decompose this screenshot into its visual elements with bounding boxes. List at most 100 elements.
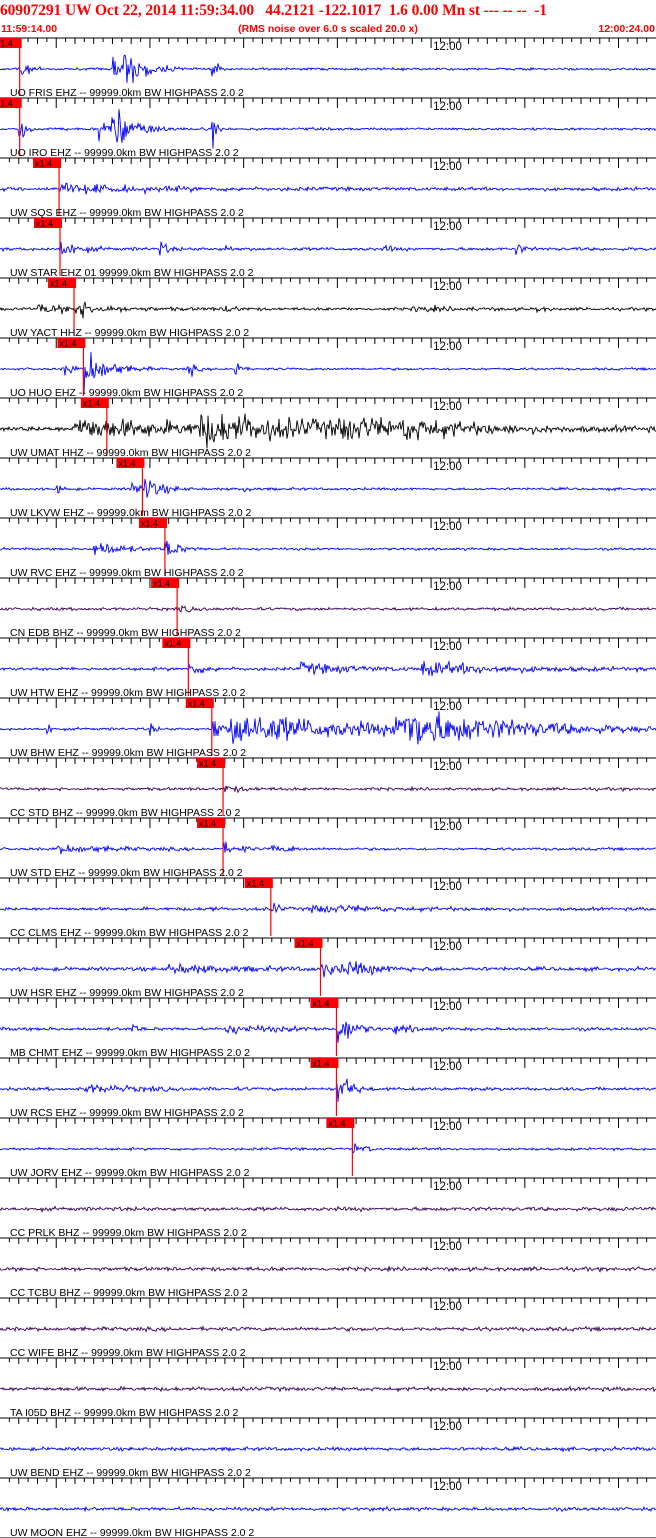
seismic-trace: 12:00 CC TCBU BHZ -- 99999.0km BW HIGHPAS…	[0, 1237, 656, 1299]
trace-label: UO FRIS EHZ -- 99999.0km BW HIGHPASS 2.0…	[10, 87, 244, 99]
time-mark-label: 12:00	[433, 1181, 462, 1193]
time-mark-label: 12:00	[433, 641, 462, 653]
waveform-line	[0, 182, 656, 196]
pick-flag-label: x1.4	[328, 1119, 345, 1129]
time-mark-label: 12:00	[433, 341, 462, 353]
seismic-trace: 12:00 x1.4 UO FRIS EHZ -- 99999.0km BW HIG…	[0, 37, 656, 99]
time-mark-label: 12:00	[433, 821, 462, 833]
seismic-trace: 12:00 x1.4 CC CLMS EHZ -- 99999.0km BW HIG…	[0, 877, 656, 939]
time-mark-label: 12:00	[433, 221, 462, 233]
time-mark-label: 12:00	[433, 581, 462, 593]
trace-label: CC STD BHZ -- 99999.0km BW HIGHPASS 2.0 …	[10, 807, 240, 819]
time-mark-label: 12:00	[433, 161, 462, 173]
pick-flag-label: x1.4	[118, 459, 135, 469]
time-mark-label: 12:00	[433, 701, 462, 713]
seismic-trace: 12:00 x1.4 UW STAR EHZ 01 99999.0km BW HIG…	[0, 217, 656, 279]
pick-flag-label: x1.4	[199, 819, 216, 829]
waveform-line	[0, 711, 656, 745]
waveform-line	[0, 109, 656, 149]
waveform-line	[0, 1143, 656, 1154]
seismic-trace: 12:00 x1.4 UW LKVW EHZ -- 99999.0km BW HIG…	[0, 457, 656, 519]
waveform-line	[0, 960, 656, 978]
waveform-line	[0, 413, 656, 449]
seismic-trace: 12:00 TA I05D BHZ -- 99999.0km BW HIGHPAS…	[0, 1357, 656, 1419]
seismic-trace: 12:00 x1.4 UW SQS EHZ -- 99999.0km BW HIGH…	[0, 157, 656, 219]
time-mark-label: 12:00	[433, 281, 462, 293]
trace-label: UW UMAT HHZ -- 99999.0km BW HIGHPASS 2.0…	[10, 447, 251, 459]
pick-flag-label: x1.4	[297, 939, 314, 949]
seismic-trace: 12:00 x1.4 UW HSR EHZ -- 99999.0km BW HIGH…	[0, 937, 656, 999]
seismic-trace: 12:00 x1.4 UO IRO EHZ -- 99999.0km BW HIGH…	[0, 97, 656, 159]
waveform-line	[0, 1505, 656, 1513]
time-mark-label: 12:00	[433, 521, 462, 533]
pick-flag-label: x1.4	[0, 99, 13, 109]
time-mark-label: 12:00	[433, 101, 462, 113]
time-mark-label: 12:00	[433, 1481, 462, 1493]
time-mark-label: 12:00	[433, 41, 462, 53]
trace-label: UW YACT HHZ -- 99999.0km BW HIGHPASS 2.0…	[10, 327, 249, 339]
seismic-trace: 12:00 x1.4 UW JORV EHZ -- 99999.0km BW HIG…	[0, 1117, 656, 1179]
waveform-line	[0, 604, 656, 613]
seismic-trace: 12:00 x1.4 CC STD BHZ -- 99999.0km BW HIGH…	[0, 757, 656, 819]
trace-label: UO HUO EHZ -- 99999.0km BW HIGHPASS 2.0 …	[10, 387, 243, 399]
pick-flag-label: x1.4	[164, 639, 181, 649]
time-mark-label: 12:00	[433, 941, 462, 953]
trace-label: CC PRLK BHZ -- 99999.0km BW HIGHPASS 2.0…	[10, 1227, 247, 1239]
pick-flag-label: x1.4	[36, 219, 53, 229]
pick-flag-label: x1.4	[153, 579, 170, 589]
waveform-line	[0, 540, 656, 556]
pick-flag-label: x1.4	[199, 759, 216, 769]
trace-label: UW BEND EHZ -- 99999.0km BW HIGHPASS 2.0…	[10, 1467, 251, 1479]
waveform-line	[0, 1265, 656, 1273]
trace-label: UW LKVW EHZ -- 99999.0km BW HIGHPASS 2.0…	[10, 507, 252, 519]
waveform-line	[0, 1078, 656, 1103]
trace-label: UW HTW EHZ -- 99999.0km BW HIGHPASS 2.0 …	[10, 687, 246, 699]
seismic-trace: 12:00 CC WIFE BHZ -- 99999.0km BW HIGHPAS…	[0, 1297, 656, 1359]
pick-flag-label: x1.4	[50, 279, 67, 289]
time-mark-label: 12:00	[433, 1421, 462, 1433]
time-mark-label: 12:00	[433, 1121, 462, 1133]
trace-label: UW BHW EHZ -- 99999.0km BW HIGHPASS 2.0 …	[10, 747, 246, 759]
pick-flag-label: x1.4	[188, 699, 205, 709]
seismic-trace: 12:00 CC PRLK BHZ -- 99999.0km BW HIGHPAS…	[0, 1177, 656, 1239]
trace-label: UW RCS EHZ -- 99999.0km BW HIGHPASS 2.0 …	[10, 1107, 244, 1119]
trace-label: CC CLMS EHZ -- 99999.0km BW HIGHPASS 2.0…	[10, 927, 249, 939]
waveform-line	[0, 841, 656, 855]
seismogram-panel: 12:00x1.4UO FRIS EHZ -- 99999.0km BW HIG…	[0, 37, 656, 1538]
seismic-trace: 12:00 UW BEND EHZ -- 99999.0km BW HIGHPAS…	[0, 1417, 656, 1479]
trace-label: UW MOON EHZ -- 99999.0km BW HIGHPASS 2.0…	[10, 1527, 254, 1538]
time-mark-label: 12:00	[433, 1301, 462, 1313]
seismic-trace: 12:00 x1.4 UW HTW EHZ -- 99999.0km BW HIGH…	[0, 637, 656, 699]
waveform-line	[0, 784, 656, 794]
time-mark-label: 12:00	[433, 1001, 462, 1013]
waveform-line	[0, 241, 656, 256]
waveform-line	[0, 1385, 656, 1393]
waveform-line	[0, 1205, 656, 1214]
pick-flag-label: x1.4	[312, 999, 329, 1009]
trace-label: UW STD EHZ -- 99999.0km BW HIGHPASS 2.0 …	[10, 867, 243, 879]
seismic-trace: 12:00 x1.4 UW BHW EHZ -- 99999.0km BW HIGH…	[0, 697, 656, 759]
waveform-line	[0, 1325, 656, 1333]
time-mark-label: 12:00	[433, 1061, 462, 1073]
waveform-line	[0, 902, 656, 914]
pick-flag-label: x1.4	[35, 159, 52, 169]
seismic-trace: 12:00 x1.4 UW RVC EHZ -- 99999.0km BW HIGH…	[0, 517, 656, 579]
trace-label: MB CHMT EHZ -- 99999.0km BW HIGHPASS 2.0…	[10, 1047, 250, 1059]
seismic-trace: 12:00 UW MOON EHZ -- 99999.0km BW HIGHPAS…	[0, 1477, 656, 1538]
waveform-line	[0, 301, 656, 319]
waveform-line	[0, 1445, 656, 1453]
seismic-trace: 12:00 x1.4 MB CHMT EHZ -- 99999.0km BW HIG…	[0, 997, 656, 1059]
pick-flag-label: x1.4	[59, 339, 76, 349]
waveform-line	[0, 479, 656, 498]
seismic-trace: 12:00 x1.4 UW STD EHZ -- 99999.0km BW HIGH…	[0, 817, 656, 879]
seismic-trace: 12:00 x1.4 UW RCS EHZ -- 99999.0km BW HIGH…	[0, 1057, 656, 1119]
trace-label: UW SQS EHZ -- 99999.0km BW HIGHPASS 2.0 …	[10, 207, 244, 219]
time-mark-label: 12:00	[433, 1241, 462, 1253]
trace-label: CC WIFE BHZ -- 99999.0km BW HIGHPASS 2.0…	[10, 1347, 246, 1359]
time-mark-label: 12:00	[433, 761, 462, 773]
seismic-trace: 12:00 x1.4 CN EDB BHZ -- 99999.0km BW HIGH…	[0, 577, 656, 639]
seismic-trace: 12:00 x1.4 UW UMAT HHZ -- 99999.0km BW HIG…	[0, 397, 656, 459]
pick-flag-label: x1.4	[312, 1059, 329, 1069]
time-mark-label: 12:00	[433, 881, 462, 893]
waveform-line	[0, 54, 656, 83]
